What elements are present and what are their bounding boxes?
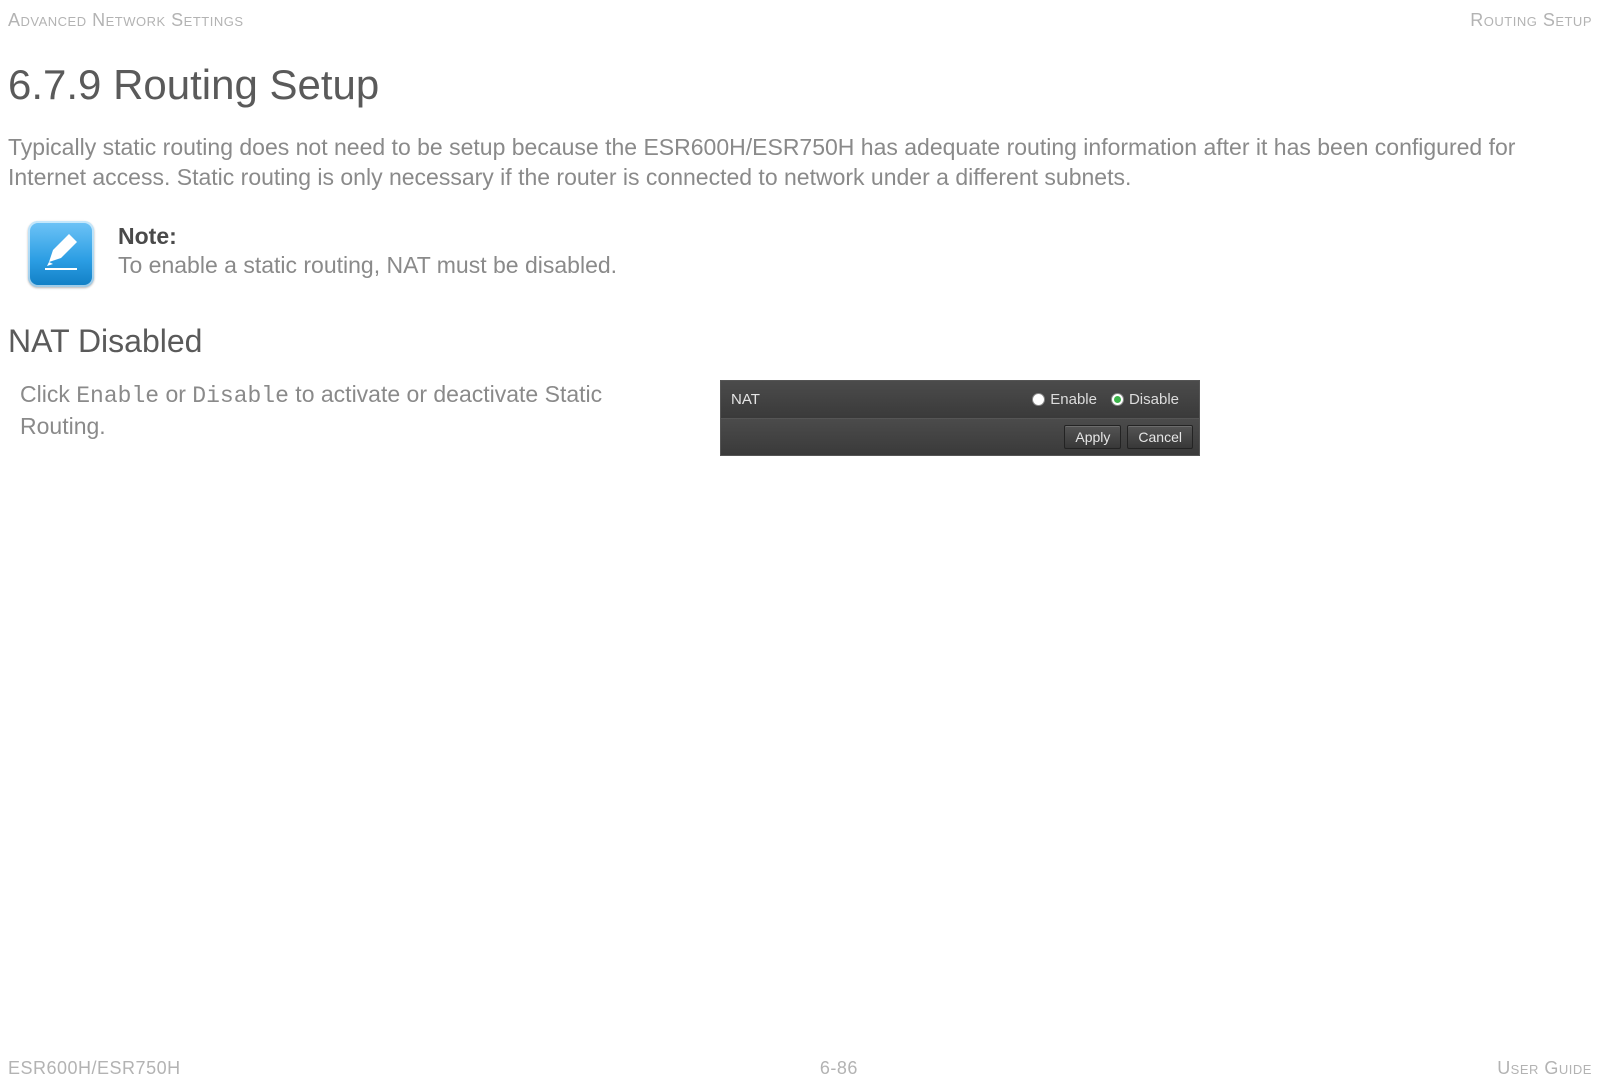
radio-icon xyxy=(1032,393,1045,406)
nat-disable-label: Disable xyxy=(1129,391,1179,408)
nat-enable-radio[interactable]: Enable xyxy=(1032,391,1097,408)
apply-button[interactable]: Apply xyxy=(1064,425,1121,449)
section-intro: Typically static routing does not need t… xyxy=(8,133,1592,193)
instruction-disable-code: Disable xyxy=(192,383,289,409)
sub-title: NAT Disabled xyxy=(8,323,1592,360)
footer-right: User Guide xyxy=(1497,1058,1592,1079)
section-title: 6.7.9 Routing Setup xyxy=(8,61,1592,109)
instruction-enable-code: Enable xyxy=(76,383,159,409)
pencil-note-icon xyxy=(28,221,94,287)
note-block: Note: To enable a static routing, NAT mu… xyxy=(8,221,1592,287)
footer-left: ESR600H/ESR750H xyxy=(8,1058,181,1079)
nat-enable-label: Enable xyxy=(1050,391,1097,408)
header-left: Advanced Network Settings xyxy=(8,10,244,31)
radio-icon xyxy=(1111,393,1124,406)
nat-row: NAT Enable Disable xyxy=(721,381,1199,419)
note-body: To enable a static routing, NAT must be … xyxy=(118,252,617,278)
footer-center: 6-86 xyxy=(820,1058,858,1079)
nat-row-label: NAT xyxy=(721,391,841,408)
note-label: Note: xyxy=(118,223,617,250)
instruction-mid: or xyxy=(159,381,192,407)
instruction-text: Click Enable or Disable to activate or d… xyxy=(20,380,660,456)
nat-disable-radio[interactable]: Disable xyxy=(1111,391,1179,408)
cancel-button[interactable]: Cancel xyxy=(1127,425,1193,449)
header-right: Routing Setup xyxy=(1470,10,1592,31)
instruction-pre: Click xyxy=(20,381,76,407)
nat-panel: NAT Enable Disable Apply Cancel xyxy=(720,380,1200,456)
